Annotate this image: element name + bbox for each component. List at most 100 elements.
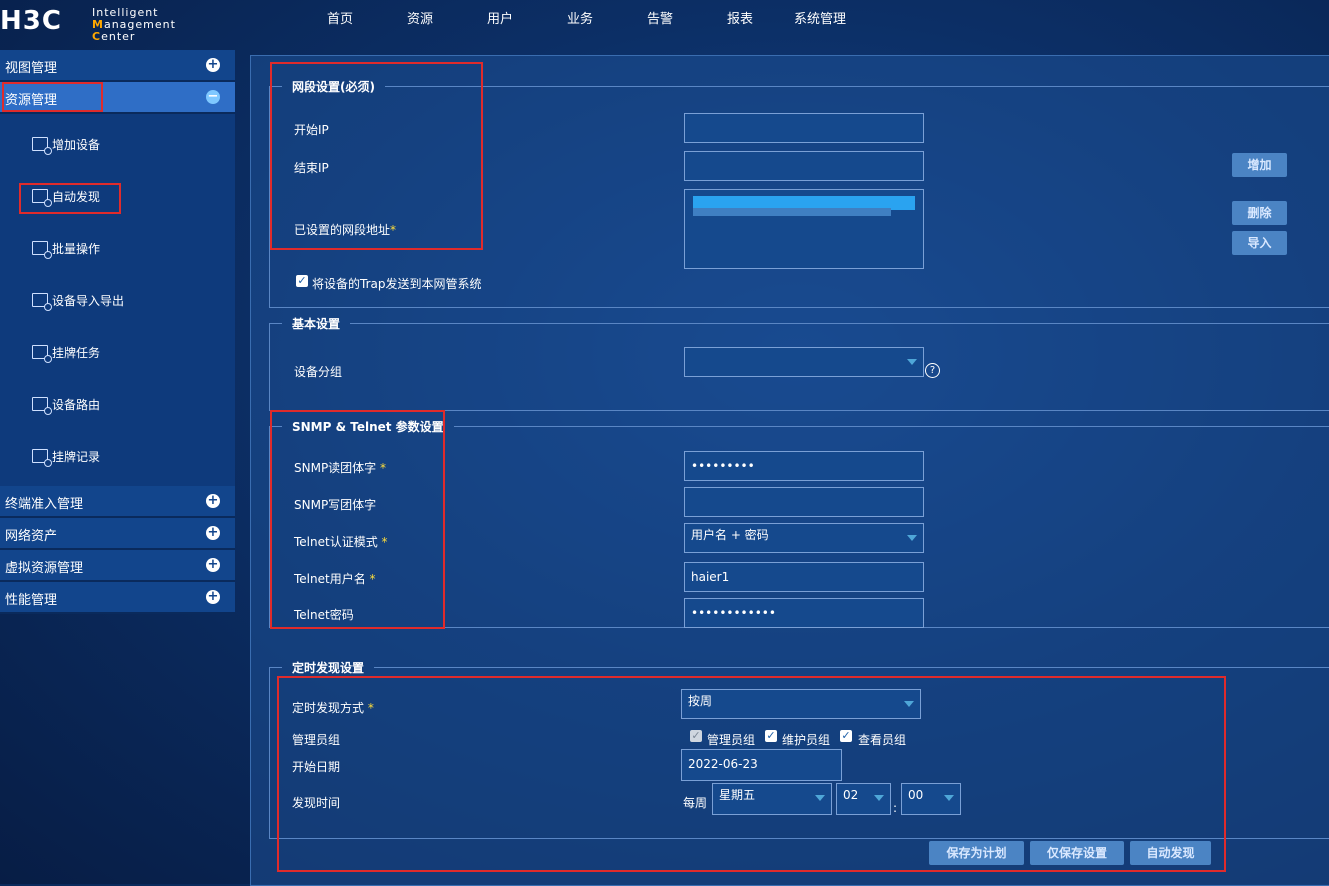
expand-icon[interactable]: + bbox=[206, 526, 220, 540]
sidebar-group-assets[interactable]: 网络资产 + bbox=[0, 518, 235, 550]
nav-alarm[interactable]: 告警 bbox=[620, 0, 700, 40]
admin-group-label: 管理员组 bbox=[292, 733, 341, 747]
top-bar: H3C Intelligent Management Center 首页 资源 … bbox=[0, 0, 1329, 44]
end-ip-input[interactable] bbox=[684, 151, 924, 181]
minute-select[interactable]: 00 bbox=[901, 783, 961, 815]
device-group-select[interactable] bbox=[684, 347, 924, 377]
nav-home[interactable]: 首页 bbox=[300, 0, 380, 40]
chevron-down-icon bbox=[907, 535, 917, 541]
telnet-user-label: Telnet用户名 * bbox=[294, 572, 376, 586]
add-button[interactable]: 增加 bbox=[1232, 153, 1287, 177]
snmp-write-label: SNMP写团体字 bbox=[294, 498, 377, 512]
sidebar-item-import-export[interactable]: 设备导入导出 bbox=[0, 274, 235, 326]
expand-icon[interactable]: + bbox=[206, 558, 220, 572]
start-date-label: 开始日期 bbox=[292, 760, 341, 774]
telnet-auth-label: Telnet认证模式 * bbox=[294, 535, 388, 549]
trap-label: 将设备的Trap发送到本网管系统 bbox=[312, 277, 482, 291]
route-icon bbox=[32, 397, 52, 415]
start-ip-input[interactable] bbox=[684, 113, 924, 143]
snmp-write-input[interactable] bbox=[684, 487, 924, 517]
expand-icon[interactable]: + bbox=[206, 590, 220, 604]
sidebar-group-resource[interactable]: 资源管理 − bbox=[0, 82, 235, 114]
logo-line2: Management Center bbox=[92, 18, 176, 43]
telnet-password-input[interactable]: •••••••••••• bbox=[684, 598, 924, 628]
sidebar-group-label: 虚拟资源管理 bbox=[5, 561, 84, 576]
telnet-user-input[interactable]: haier1 bbox=[684, 562, 924, 592]
hour-select[interactable]: 02 bbox=[836, 783, 891, 815]
logo-mark: H3C bbox=[0, 6, 62, 36]
sidebar-item-batch[interactable]: 批量操作 bbox=[0, 222, 235, 274]
weekday-select[interactable]: 星期五 bbox=[712, 783, 832, 815]
sidebar-item-tag-task[interactable]: 挂牌任务 bbox=[0, 326, 235, 378]
snmp-read-label: SNMP读团体字 * bbox=[294, 461, 387, 475]
sidebar-group-performance[interactable]: 性能管理 + bbox=[0, 582, 235, 614]
help-icon[interactable]: ? bbox=[925, 363, 940, 378]
sidebar-item-label: 设备路由 bbox=[52, 398, 101, 412]
save-settings-button[interactable]: 仅保存设置 bbox=[1030, 841, 1124, 865]
record-icon bbox=[32, 449, 52, 467]
sidebar-item-label: 批量操作 bbox=[52, 242, 101, 256]
section-title: SNMP & Telnet 参数设置 bbox=[292, 420, 444, 434]
chevron-down-icon bbox=[944, 795, 954, 801]
batch-icon bbox=[32, 241, 52, 259]
sidebar-item-auto-discovery[interactable]: 自动发现 bbox=[0, 170, 235, 222]
expand-icon[interactable]: + bbox=[206, 58, 220, 72]
viewer-group-option: 查看员组 bbox=[858, 733, 907, 747]
expand-icon[interactable]: + bbox=[206, 494, 220, 508]
section-title: 网段设置(必须) bbox=[292, 80, 375, 94]
sidebar-item-device-route[interactable]: 设备路由 bbox=[0, 378, 235, 430]
configured-segments-list[interactable] bbox=[684, 189, 924, 269]
collapse-icon[interactable]: − bbox=[206, 90, 220, 104]
sidebar-group-label: 资源管理 bbox=[5, 93, 58, 108]
maintainer-group-option: 维护员组 bbox=[782, 733, 831, 747]
nav-system[interactable]: 系统管理 bbox=[780, 0, 860, 40]
trap-checkbox[interactable]: ✓ bbox=[296, 275, 308, 287]
sidebar-item-label: 挂牌任务 bbox=[52, 346, 101, 360]
sidebar-group-access[interactable]: 终端准入管理 + bbox=[0, 486, 235, 518]
sidebar-item-add-device[interactable]: 增加设备 bbox=[0, 118, 235, 170]
section-title: 定时发现设置 bbox=[292, 661, 365, 675]
admin-group-checkbox[interactable]: ✓ bbox=[690, 730, 702, 742]
logo-text: Intelligent Management Center bbox=[92, 7, 176, 43]
sidebar-submenu: 增加设备 自动发现 批量操作 设备导入导出 挂牌任务 设备路由 挂牌记录 bbox=[0, 114, 235, 486]
sidebar-group-view[interactable]: 视图管理 + bbox=[0, 50, 235, 82]
sidebar-group-label: 视图管理 bbox=[5, 61, 58, 76]
sidebar-item-label: 自动发现 bbox=[52, 190, 101, 204]
snmp-read-input[interactable]: ••••••••• bbox=[684, 451, 924, 481]
sidebar-group-virtual[interactable]: 虚拟资源管理 + bbox=[0, 550, 235, 582]
nav-report[interactable]: 报表 bbox=[700, 0, 780, 40]
start-ip-label: 开始IP bbox=[294, 123, 329, 137]
sidebar-item-label: 设备导入导出 bbox=[52, 294, 125, 308]
start-date-input[interactable]: 2022-06-23 bbox=[681, 749, 842, 781]
import-button[interactable]: 导入 bbox=[1232, 231, 1287, 255]
sidebar-item-tag-record[interactable]: 挂牌记录 bbox=[0, 430, 235, 482]
viewer-group-checkbox[interactable]: ✓ bbox=[840, 730, 852, 742]
schedule-mode-label: 定时发现方式 * bbox=[292, 701, 374, 715]
nav-user[interactable]: 用户 bbox=[460, 0, 540, 40]
every-week-label: 每周 bbox=[683, 796, 708, 810]
device-group-label: 设备分组 bbox=[294, 365, 343, 379]
sidebar-item-label: 增加设备 bbox=[52, 138, 101, 152]
main-panel: 网段设置(必须) 开始IP 结束IP 已设置的网段地址* 增加 删除 导入 ✓ … bbox=[250, 55, 1329, 886]
blurred-entry bbox=[693, 208, 891, 216]
main-nav: 首页 资源 用户 业务 告警 报表 系统管理 bbox=[300, 0, 860, 40]
section-title: 基本设置 bbox=[292, 317, 341, 331]
nav-business[interactable]: 业务 bbox=[540, 0, 620, 40]
tag-task-icon bbox=[32, 345, 52, 363]
admin-group-option: 管理员组 bbox=[707, 733, 756, 747]
sidebar: 视图管理 + 资源管理 − 增加设备 自动发现 批量操作 设备导入导出 挂牌任务… bbox=[0, 50, 235, 614]
maintainer-group-checkbox[interactable]: ✓ bbox=[765, 730, 777, 742]
chevron-down-icon bbox=[904, 701, 914, 707]
schedule-mode-select[interactable]: 按周 bbox=[681, 689, 921, 719]
nav-resource[interactable]: 资源 bbox=[380, 0, 460, 40]
delete-button[interactable]: 删除 bbox=[1232, 201, 1287, 225]
auto-discover-button[interactable]: 自动发现 bbox=[1130, 841, 1211, 865]
sidebar-item-label: 挂牌记录 bbox=[52, 450, 101, 464]
configured-segments-label: 已设置的网段地址* bbox=[294, 223, 397, 237]
chevron-down-icon bbox=[874, 795, 884, 801]
telnet-auth-select[interactable]: 用户名 + 密码 bbox=[684, 523, 924, 553]
sidebar-group-label: 终端准入管理 bbox=[5, 497, 84, 512]
chevron-down-icon bbox=[907, 359, 917, 365]
save-as-plan-button[interactable]: 保存为计划 bbox=[929, 841, 1024, 865]
sidebar-group-label: 性能管理 bbox=[5, 593, 58, 608]
